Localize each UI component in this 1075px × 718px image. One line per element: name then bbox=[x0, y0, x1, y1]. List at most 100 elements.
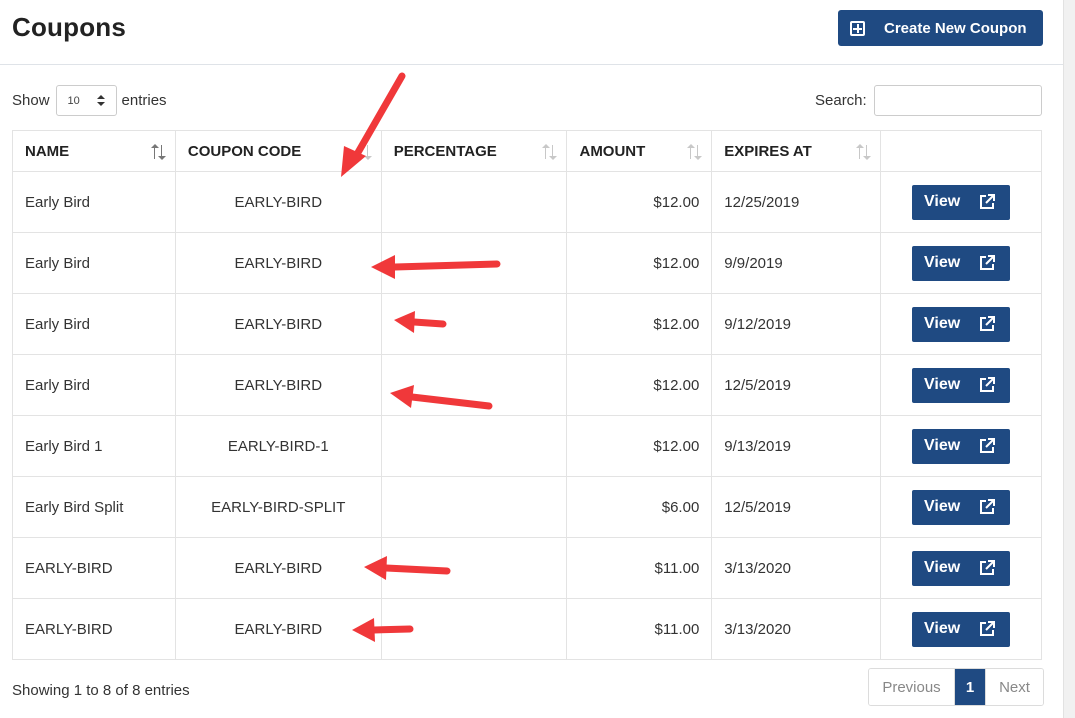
entries-per-page-select[interactable]: 10 bbox=[55, 85, 117, 116]
view-button[interactable]: View bbox=[912, 489, 1011, 525]
cell-percentage bbox=[380, 415, 568, 477]
cell-amount: $12.00 bbox=[566, 354, 713, 416]
cell-amount: $12.00 bbox=[566, 171, 713, 233]
cell-coupon-code: EARLY-BIRD bbox=[174, 293, 382, 355]
table-row: Early Bird 1 EARLY-BIRD-1 $12.00 9/13/20… bbox=[12, 415, 1042, 477]
cell-amount: $6.00 bbox=[566, 476, 713, 538]
cell-name: Early Bird Split bbox=[12, 476, 176, 538]
cell-expires-at: 9/13/2019 bbox=[711, 415, 882, 477]
cell-expires-at: 3/13/2020 bbox=[711, 537, 882, 599]
cell-amount: $11.00 bbox=[566, 598, 713, 660]
cell-actions: View bbox=[880, 415, 1042, 477]
entries-length-control: Show 10 entries bbox=[12, 85, 167, 116]
page-1-button[interactable]: 1 bbox=[955, 669, 985, 705]
page-title: Coupons bbox=[12, 12, 127, 42]
external-link-icon bbox=[980, 438, 996, 453]
table-row: Early Bird EARLY-BIRD $12.00 9/12/2019 V… bbox=[12, 293, 1042, 355]
plus-square-icon bbox=[850, 20, 865, 36]
cell-percentage bbox=[380, 232, 568, 294]
table-row: Early Bird EARLY-BIRD $12.00 12/25/2019 … bbox=[12, 171, 1042, 233]
column-header-expires-at[interactable]: EXPIRES AT bbox=[711, 130, 882, 172]
view-label: View bbox=[924, 437, 961, 454]
cell-expires-at: 12/5/2019 bbox=[711, 354, 882, 416]
search-input[interactable] bbox=[873, 85, 1042, 116]
column-header-coupon-code[interactable]: COUPON CODE bbox=[174, 130, 382, 172]
scrollbar-track[interactable] bbox=[1063, 0, 1075, 718]
cell-name: EARLY-BIRD bbox=[12, 537, 176, 599]
view-button[interactable]: View bbox=[912, 550, 1011, 586]
view-label: View bbox=[924, 559, 961, 576]
table-row: EARLY-BIRD EARLY-BIRD $11.00 3/13/2020 V… bbox=[12, 537, 1042, 599]
sort-icon bbox=[856, 144, 872, 160]
create-new-coupon-button[interactable]: Create New Coupon bbox=[838, 10, 1043, 46]
view-label: View bbox=[924, 254, 961, 271]
cell-actions: View bbox=[880, 171, 1042, 233]
cell-name: Early Bird 1 bbox=[12, 415, 176, 477]
view-label: View bbox=[924, 315, 961, 332]
cell-actions: View bbox=[880, 598, 1042, 660]
cell-amount: $12.00 bbox=[566, 415, 713, 477]
view-label: View bbox=[924, 193, 961, 210]
table-info: Showing 1 to 8 of 8 entries bbox=[12, 682, 190, 699]
view-button[interactable]: View bbox=[912, 245, 1011, 281]
cell-coupon-code: EARLY-BIRD bbox=[174, 232, 382, 294]
search-label: Search: bbox=[815, 92, 867, 109]
page-header: Coupons Create New Coupon bbox=[0, 0, 1063, 65]
column-header-percentage-label: PERCENTAGE bbox=[393, 142, 497, 160]
table-row: Early Bird EARLY-BIRD $12.00 9/9/2019 Vi… bbox=[12, 232, 1042, 294]
cell-expires-at: 12/25/2019 bbox=[711, 171, 882, 233]
cell-coupon-code: EARLY-BIRD bbox=[174, 354, 382, 416]
cell-amount: $12.00 bbox=[566, 232, 713, 294]
table-row: Early Bird EARLY-BIRD $12.00 12/5/2019 V… bbox=[12, 354, 1042, 416]
cell-percentage bbox=[380, 598, 568, 660]
view-button[interactable]: View bbox=[912, 367, 1011, 403]
select-arrows-icon bbox=[96, 95, 105, 107]
cell-percentage bbox=[380, 171, 568, 233]
view-button[interactable]: View bbox=[912, 306, 1011, 342]
cell-coupon-code: EARLY-BIRD bbox=[174, 598, 382, 660]
coupons-table: NAME COUPON CODE PERCENTAGE AMOUNT EXPIR… bbox=[12, 130, 1042, 660]
external-link-icon bbox=[980, 499, 996, 514]
cell-actions: View bbox=[880, 476, 1042, 538]
external-link-icon bbox=[980, 194, 996, 209]
cell-actions: View bbox=[880, 232, 1042, 294]
cell-coupon-code: EARLY-BIRD bbox=[174, 537, 382, 599]
cell-name: Early Bird bbox=[12, 354, 176, 416]
coupons-page: Coupons Create New Coupon Show 10 entrie… bbox=[0, 0, 1063, 718]
cell-percentage bbox=[380, 537, 568, 599]
view-label: View bbox=[924, 498, 961, 515]
column-header-actions bbox=[880, 130, 1042, 172]
pagination: Previous 1 Next bbox=[868, 668, 1044, 706]
cell-expires-at: 9/12/2019 bbox=[711, 293, 882, 355]
entries-label: entries bbox=[121, 92, 167, 109]
previous-page-button[interactable]: Previous bbox=[869, 669, 955, 705]
show-label: Show bbox=[12, 92, 50, 109]
cell-name: Early Bird bbox=[12, 171, 176, 233]
cell-name: Early Bird bbox=[12, 293, 176, 355]
external-link-icon bbox=[980, 316, 996, 331]
cell-coupon-code: EARLY-BIRD bbox=[174, 171, 382, 233]
view-label: View bbox=[924, 376, 961, 393]
cell-actions: View bbox=[880, 293, 1042, 355]
cell-actions: View bbox=[880, 537, 1042, 599]
column-header-name[interactable]: NAME bbox=[12, 130, 176, 172]
column-header-percentage[interactable]: PERCENTAGE bbox=[380, 130, 568, 172]
table-row: EARLY-BIRD EARLY-BIRD $11.00 3/13/2020 V… bbox=[12, 598, 1042, 660]
external-link-icon bbox=[980, 560, 996, 575]
table-row: Early Bird Split EARLY-BIRD-SPLIT $6.00 … bbox=[12, 476, 1042, 538]
view-button[interactable]: View bbox=[912, 428, 1011, 464]
view-button[interactable]: View bbox=[912, 611, 1011, 647]
external-link-icon bbox=[980, 255, 996, 270]
search-control: Search: bbox=[815, 85, 1042, 116]
cell-percentage bbox=[380, 354, 568, 416]
next-page-button[interactable]: Next bbox=[985, 669, 1043, 705]
cell-name: Early Bird bbox=[12, 232, 176, 294]
sort-icon bbox=[542, 144, 558, 160]
cell-percentage bbox=[380, 476, 568, 538]
cell-coupon-code: EARLY-BIRD-1 bbox=[174, 415, 382, 477]
cell-amount: $12.00 bbox=[566, 293, 713, 355]
view-button[interactable]: View bbox=[912, 184, 1011, 220]
column-header-amount[interactable]: AMOUNT bbox=[566, 130, 713, 172]
sort-icon bbox=[150, 144, 166, 160]
column-header-name-label: NAME bbox=[25, 142, 70, 160]
